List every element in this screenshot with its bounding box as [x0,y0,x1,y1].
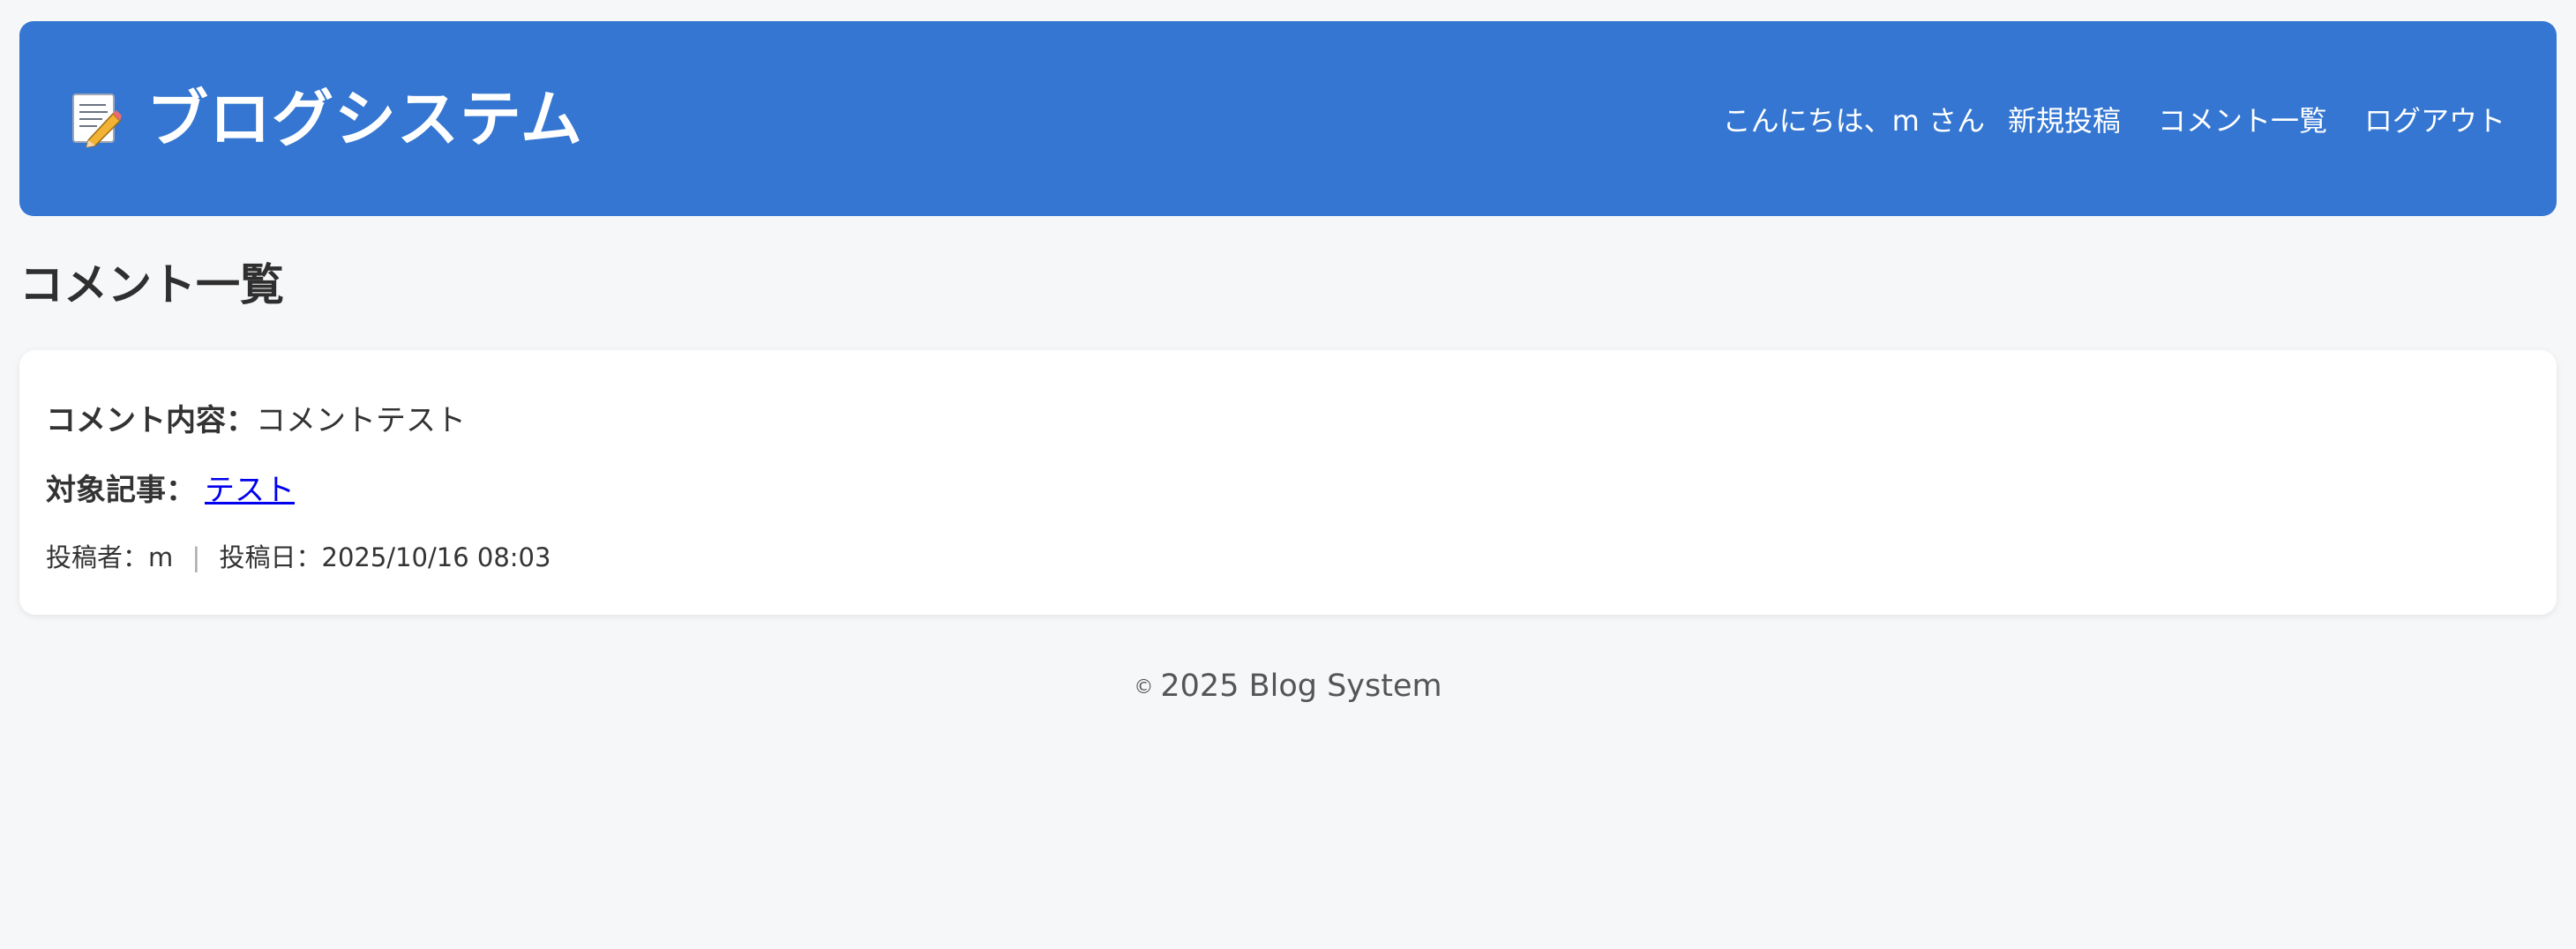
memo-icon [71,91,122,148]
nav-logout[interactable]: ログアウト [2364,99,2505,139]
site-footer: © 2025 Blog System [0,669,2576,704]
target-article-label: 対象記事： [46,472,196,508]
comment-meta: 投稿者：m | 投稿日：2025/10/16 08:03 [46,542,2530,573]
brand[interactable]: ブログシステム [71,88,583,150]
page-title: コメント一覧 [19,259,284,310]
author-value: m [148,542,174,572]
post-date-label: 投稿日： [219,542,322,572]
comment-content-row: コメント内容：コメントテスト [46,403,2530,439]
user-greeting: こんにちは、m さん [1722,103,1985,138]
page: ブログシステム こんにちは、m さん 新規投稿 コメント一覧 ログアウト コメン… [0,0,2576,949]
post-date-value: 2025/10/16 08:03 [321,542,551,572]
site-title: ブログシステム [146,82,583,155]
comment-content-value: コメントテスト [256,403,466,438]
nav-new-post[interactable]: 新規投稿 [2008,99,2121,139]
author-label: 投稿者： [46,542,149,572]
target-article-link[interactable]: テスト [205,473,295,508]
target-article-row: 対象記事： テスト [46,473,2530,509]
copyright-symbol: © [1134,676,1154,699]
header-nav: こんにちは、m さん 新規投稿 コメント一覧 ログアウト [1723,99,2505,139]
nav-comment-list[interactable]: コメント一覧 [2158,99,2327,139]
comment-content-label: コメント内容： [46,403,256,438]
site-header: ブログシステム こんにちは、m さん 新規投稿 コメント一覧 ログアウト [19,21,2557,216]
footer-text: 2025 Blog System [1160,669,1442,704]
meta-separator: | [191,542,201,572]
comment-card: コメント内容：コメントテスト 対象記事： テスト 投稿者：m | 投稿日：2025… [19,350,2557,615]
